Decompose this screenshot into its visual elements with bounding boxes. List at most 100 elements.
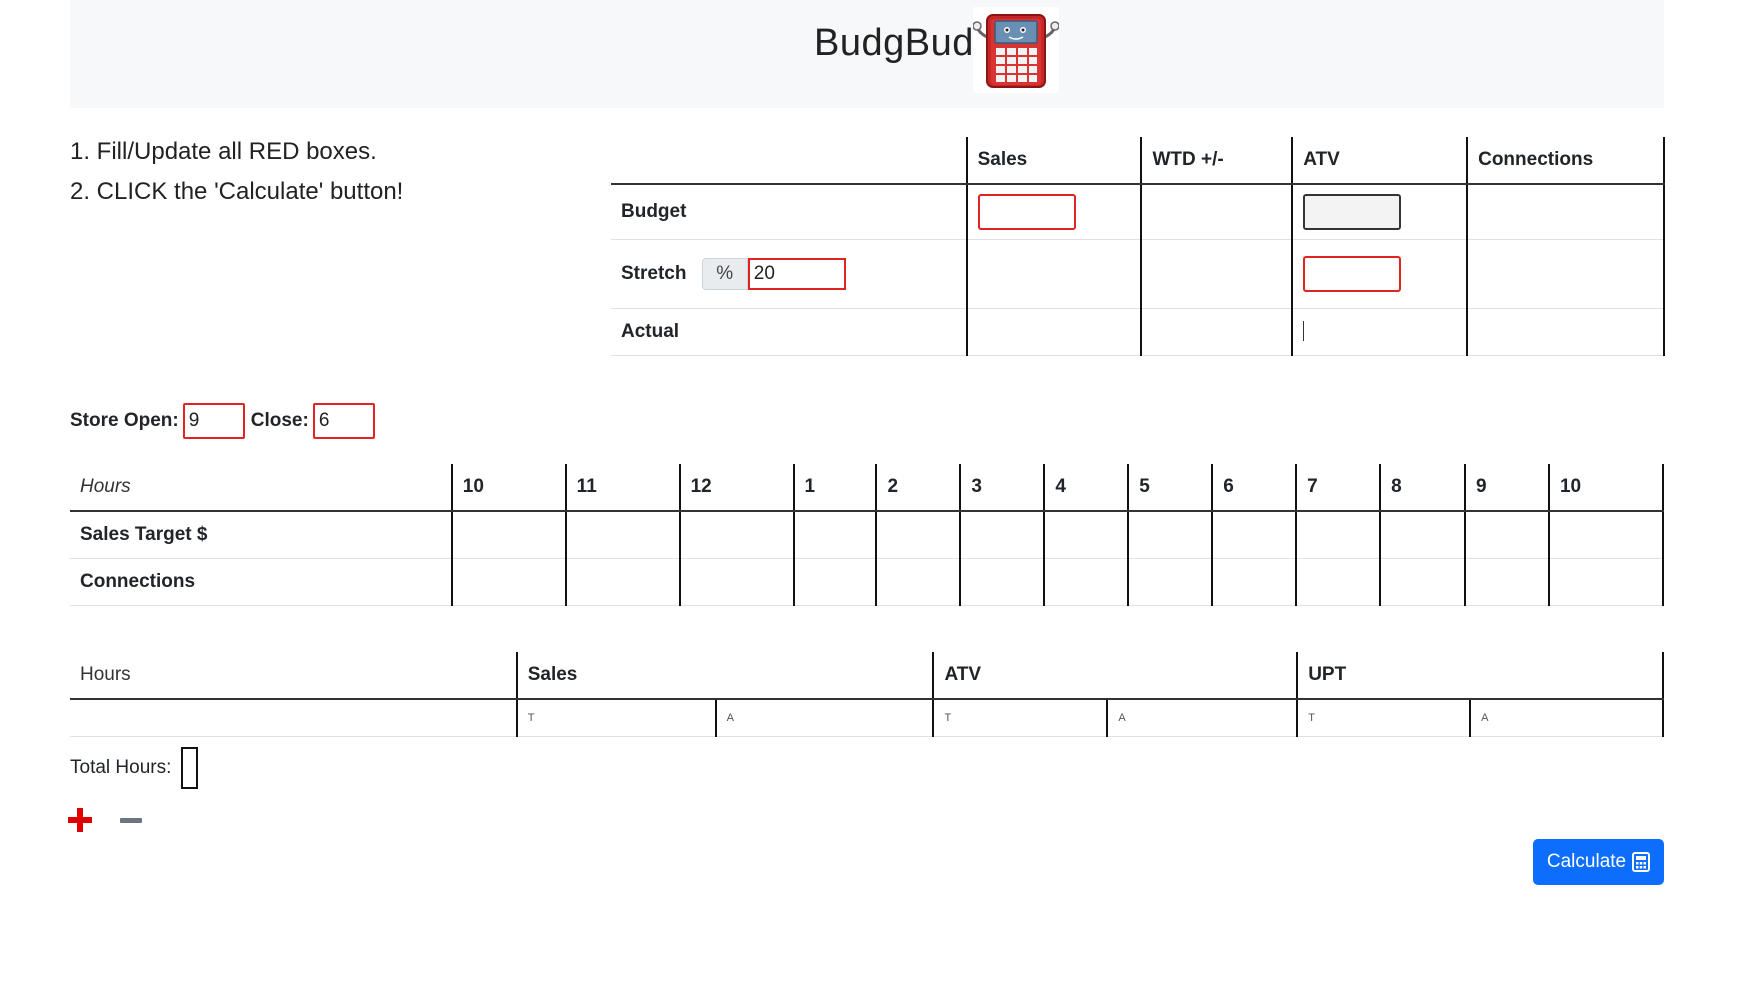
remove-row-button[interactable] bbox=[118, 806, 144, 834]
hour-cell bbox=[450, 558, 566, 606]
hour-cell bbox=[1211, 510, 1297, 559]
hour-header: 10 bbox=[1547, 464, 1665, 512]
hour-header: 10 bbox=[450, 464, 566, 512]
hour-cell bbox=[1379, 558, 1466, 606]
hour-header: 12 bbox=[678, 464, 794, 512]
hours-header-label: Hours bbox=[70, 464, 452, 512]
budget-table: Sales WTD +/- ATV Connections Budget Str… bbox=[611, 137, 1665, 356]
hour-cell bbox=[1464, 510, 1549, 559]
store-close-label: Close: bbox=[250, 410, 309, 431]
actual-atv-cell[interactable] bbox=[1291, 307, 1468, 356]
staff-header-sales: Sales bbox=[515, 652, 934, 700]
hour-header: 1 bbox=[792, 464, 877, 512]
store-open-input[interactable] bbox=[182, 403, 245, 439]
hour-cell bbox=[959, 510, 1045, 559]
staff-hours-cell bbox=[70, 699, 517, 737]
hour-cell bbox=[959, 558, 1045, 606]
calculator-icon bbox=[1632, 852, 1651, 872]
instruction-step-1: 1. Fill/Update all RED boxes. bbox=[70, 138, 377, 165]
hour-cell bbox=[792, 558, 877, 606]
stretch-connections-cell bbox=[1466, 238, 1665, 308]
hour-cell bbox=[1043, 510, 1129, 559]
upt-target-subheader: T bbox=[1296, 699, 1471, 737]
store-close-input[interactable] bbox=[312, 403, 375, 439]
hour-cell bbox=[1127, 510, 1213, 559]
actual-wtd-cell bbox=[1140, 307, 1293, 356]
hour-cell bbox=[792, 510, 877, 559]
store-hours-row: Store Open: Close: bbox=[70, 403, 381, 439]
hour-cell bbox=[1464, 558, 1549, 606]
row-label-sales-target: Sales Target $ bbox=[70, 510, 452, 559]
hour-header: 5 bbox=[1127, 464, 1213, 512]
hour-cell bbox=[1127, 558, 1213, 606]
staff-hours-header: Hours bbox=[70, 652, 517, 700]
table-row: Connections bbox=[70, 558, 1665, 606]
budget-header-wtd: WTD +/- bbox=[1140, 137, 1293, 185]
hour-cell bbox=[564, 510, 680, 559]
budget-header-sales: Sales bbox=[965, 137, 1142, 185]
hour-cell bbox=[1043, 558, 1129, 606]
minus-icon bbox=[120, 818, 142, 823]
atv-budget-input[interactable] bbox=[1303, 193, 1402, 230]
atv-target-subheader: T bbox=[932, 699, 1108, 737]
hourly-targets-table: Hours 10 11 12 1 2 3 4 5 6 7 8 9 10 Sale… bbox=[70, 464, 1665, 606]
hour-cell bbox=[1547, 510, 1665, 559]
hour-cell bbox=[678, 510, 794, 559]
row-label-stretch: Stretch bbox=[621, 262, 687, 284]
actual-connections-cell bbox=[1466, 307, 1665, 356]
row-label-connections: Connections bbox=[70, 558, 452, 606]
hour-cell bbox=[678, 558, 794, 606]
stretch-percent-input[interactable] bbox=[747, 257, 846, 290]
hour-header: 2 bbox=[875, 464, 961, 512]
stretch-sales-cell bbox=[965, 238, 1142, 308]
calculate-button[interactable]: Calculate bbox=[1533, 839, 1664, 885]
actual-sales-cell bbox=[965, 307, 1142, 356]
hour-header: 9 bbox=[1464, 464, 1549, 512]
text-cursor bbox=[1303, 321, 1305, 342]
hour-cell bbox=[1547, 558, 1665, 606]
hour-cell bbox=[450, 510, 566, 559]
add-row-button[interactable] bbox=[66, 806, 94, 834]
budget-wtd-cell bbox=[1140, 183, 1293, 239]
sales-budget-input[interactable] bbox=[977, 193, 1076, 230]
staff-header-upt: UPT bbox=[1296, 652, 1664, 700]
hour-header: 6 bbox=[1211, 464, 1297, 512]
instruction-step-2: 2. CLICK the 'Calculate' button! bbox=[70, 178, 404, 205]
staff-targets-table: Hours Sales ATV UPT T A T A T A bbox=[70, 652, 1664, 737]
total-hours-input[interactable] bbox=[181, 747, 199, 789]
app-header: BudgBud bbox=[70, 0, 1664, 108]
hour-cell bbox=[1211, 558, 1297, 606]
hour-header: 11 bbox=[564, 464, 680, 512]
hour-cell bbox=[564, 558, 680, 606]
table-row: Sales Target $ bbox=[70, 510, 1665, 559]
stretch-wtd-cell bbox=[1140, 238, 1293, 308]
stretch-cell: Stretch % bbox=[611, 238, 967, 308]
stretch-atv-cell bbox=[1291, 238, 1468, 308]
budget-atv-cell bbox=[1291, 183, 1468, 239]
staff-header-atv: ATV bbox=[932, 652, 1298, 700]
budget-header-atv: ATV bbox=[1291, 137, 1468, 185]
hour-header: 4 bbox=[1043, 464, 1129, 512]
sales-target-subheader: T bbox=[515, 699, 716, 737]
percent-prefix: % bbox=[701, 257, 748, 290]
row-label-actual: Actual bbox=[611, 307, 967, 356]
sales-actual-subheader: A bbox=[714, 699, 934, 737]
stretch-percent-group: % bbox=[701, 257, 846, 290]
hour-header: 7 bbox=[1295, 464, 1381, 512]
hour-header: 3 bbox=[959, 464, 1045, 512]
calculate-label: Calculate bbox=[1546, 851, 1627, 872]
budget-header-connections: Connections bbox=[1466, 137, 1665, 185]
budget-sales-cell bbox=[965, 183, 1142, 239]
hour-header: 8 bbox=[1379, 464, 1466, 512]
atv-actual-subheader: A bbox=[1106, 699, 1298, 737]
store-open-label: Store Open: bbox=[70, 410, 179, 431]
total-hours-row: Total Hours: bbox=[70, 747, 199, 789]
budget-header-empty bbox=[611, 137, 967, 185]
upt-actual-subheader: A bbox=[1469, 699, 1664, 737]
calculator-mascot-icon bbox=[972, 7, 1060, 93]
hour-cell bbox=[1295, 510, 1381, 559]
plus-icon bbox=[68, 808, 92, 832]
hour-cell bbox=[1379, 510, 1466, 559]
table-row: T A T A T A bbox=[70, 699, 1664, 737]
atv-stretch-input[interactable] bbox=[1303, 255, 1402, 292]
